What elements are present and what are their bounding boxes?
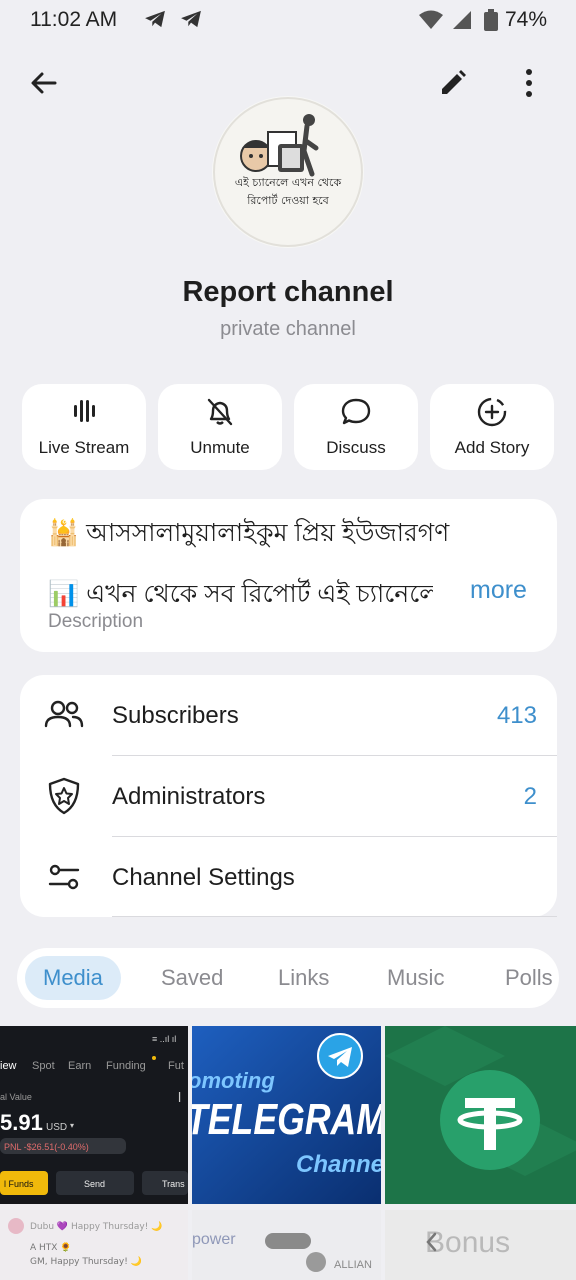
battery-icon	[484, 9, 498, 31]
signal-icon	[453, 11, 471, 29]
chat-screenshot-thumbnail: Dubu 💜 Happy Thursday! 🌙 A HTX 🌻 GM, Hap…	[0, 1210, 188, 1280]
status-bar: 11:02 AM 74%	[0, 0, 576, 40]
channel-avatar[interactable]: এই চ্যানেলে এখন থেকে রিপোর্ট দেওয়া হবে	[212, 96, 364, 248]
channel-info-card: Subscribers 413 Administrators 2 Channel…	[20, 675, 557, 917]
tab-music[interactable]: Music	[387, 948, 444, 1008]
exchange-nav-item: Spot	[32, 1060, 55, 1072]
telegram-notification-icon	[181, 10, 201, 28]
vertical-dots-icon	[526, 69, 532, 97]
exchange-pnl: PNL -$26.51(-0.40%)	[4, 1142, 89, 1152]
wifi-icon	[419, 10, 443, 29]
back-button[interactable]	[22, 61, 66, 105]
subscribers-count: 413	[496, 702, 537, 729]
exchange-send-button: Send	[84, 1179, 105, 1189]
media-item[interactable]	[385, 1026, 576, 1204]
power-text: power	[192, 1231, 236, 1248]
exchange-balance-amount: 5.91	[0, 1110, 43, 1135]
divider	[112, 916, 557, 917]
chat-thumb-line-3: GM, Happy Thursday! 🌙	[30, 1255, 142, 1267]
channel-avatar-illustration: এই চ্যানেলে এখন থেকে রিপোর্ট দেওয়া হবে	[213, 97, 363, 247]
battery-percent: 74%	[505, 8, 548, 31]
bonus-thumbnail: Bonus	[425, 1226, 510, 1259]
channel-settings-label: Channel Settings	[112, 864, 295, 891]
shield-star-icon	[48, 777, 80, 815]
tab-links[interactable]: Links	[278, 948, 329, 1008]
allian-text: ALLIAN	[334, 1259, 372, 1271]
chat-thumb-line-2: A HTX 🌻	[30, 1241, 72, 1253]
channel-settings-row[interactable]: Channel Settings	[20, 837, 557, 917]
avatar-text-line2: রিপোর্ট দেওয়া হবে	[246, 194, 329, 207]
live-stream-button[interactable]: Live Stream	[22, 384, 146, 470]
tab-polls[interactable]: Polls	[505, 948, 553, 1008]
promo-line-1: omoting	[192, 1068, 275, 1093]
live-stream-label: Live Stream	[38, 438, 130, 457]
exchange-funds-button: l Funds	[4, 1179, 34, 1189]
svg-text:≡ ..ıl ıl: ≡ ..ıl ıl	[152, 1034, 176, 1044]
chat-bubble-icon	[341, 398, 371, 425]
bell-off-icon	[207, 398, 233, 426]
discuss-label: Discuss	[326, 438, 386, 457]
users-icon	[44, 700, 84, 728]
home-gesture-pill[interactable]	[265, 1233, 311, 1249]
add-story-icon	[477, 397, 507, 427]
exchange-transfer-button: Trans	[162, 1179, 185, 1189]
exchange-currency: USD	[46, 1122, 67, 1133]
sliders-icon	[48, 864, 80, 890]
subscribers-label: Subscribers	[112, 702, 239, 729]
exchange-nav-item: iew	[0, 1060, 17, 1072]
channel-subtitle: private channel	[220, 318, 356, 340]
description-more-link[interactable]: more	[466, 576, 527, 605]
media-item[interactable]: Bonus	[385, 1210, 576, 1280]
tab-media[interactable]: Media	[25, 956, 121, 1000]
pencil-icon	[442, 70, 466, 94]
tab-saved[interactable]: Saved	[161, 948, 223, 1008]
description-card: 🕌 আসসালামুয়ালাইকুম প্রিয় ইউজারগণ 📊 এখন…	[20, 499, 557, 652]
exchange-nav-item: Funding	[106, 1060, 146, 1072]
more-options-button[interactable]	[507, 61, 551, 105]
tether-coin-image	[385, 1026, 576, 1204]
description-label: Description	[48, 611, 144, 632]
subscribers-row[interactable]: Subscribers 413	[20, 675, 557, 755]
promoting-telegram-image: omoting TELEGRAM Channe	[192, 1026, 381, 1204]
arrow-left-icon	[31, 72, 57, 94]
media-item[interactable]: Dubu 💜 Happy Thursday! 🌙 A HTX 🌻 GM, Hap…	[0, 1210, 188, 1280]
exchange-value-label: al Value	[0, 1092, 32, 1102]
avatar-text-line1: এই চ্যানেলে এখন থেকে	[235, 176, 342, 189]
unmute-label: Unmute	[190, 438, 250, 457]
administrators-row[interactable]: Administrators 2	[20, 756, 557, 836]
promo-line-2: TELEGRAM	[192, 1095, 381, 1144]
media-item[interactable]: ≡ ..ıl ıl iew Spot Earn Funding Fut al V…	[0, 1026, 188, 1204]
unmute-button[interactable]: Unmute	[158, 384, 282, 470]
administrators-label: Administrators	[112, 783, 266, 810]
status-time: 11:02 AM	[30, 8, 118, 31]
description-line-1: 🕌 আসসালামুয়ালাইকুম প্রিয় ইউজারগণ	[48, 519, 450, 547]
live-stream-icon	[74, 400, 95, 422]
add-story-label: Add Story	[454, 438, 530, 457]
svg-text:▾: ▾	[70, 1121, 74, 1130]
administrators-count: 2	[523, 783, 537, 810]
svg-text:l: l	[178, 1089, 181, 1105]
chat-thumb-line-1: Dubu 💜 Happy Thursday! 🌙	[30, 1220, 162, 1232]
nav-back-icon[interactable]	[424, 1231, 438, 1253]
channel-title: Report channel	[182, 276, 394, 308]
add-story-button[interactable]: Add Story	[430, 384, 554, 470]
promo-line-3: Channe	[296, 1151, 381, 1178]
telegram-notification-icon	[145, 10, 165, 28]
media-item[interactable]: omoting TELEGRAM Channe	[192, 1026, 381, 1204]
exchange-nav-item: Fut	[168, 1060, 184, 1072]
edit-button[interactable]	[431, 61, 475, 105]
discuss-button[interactable]: Discuss	[294, 384, 418, 470]
exchange-app-screenshot: ≡ ..ıl ıl iew Spot Earn Funding Fut al V…	[0, 1034, 188, 1195]
exchange-nav-item: Earn	[68, 1060, 91, 1072]
shared-media-tabs: Media Saved Links Music Polls	[17, 948, 559, 1008]
